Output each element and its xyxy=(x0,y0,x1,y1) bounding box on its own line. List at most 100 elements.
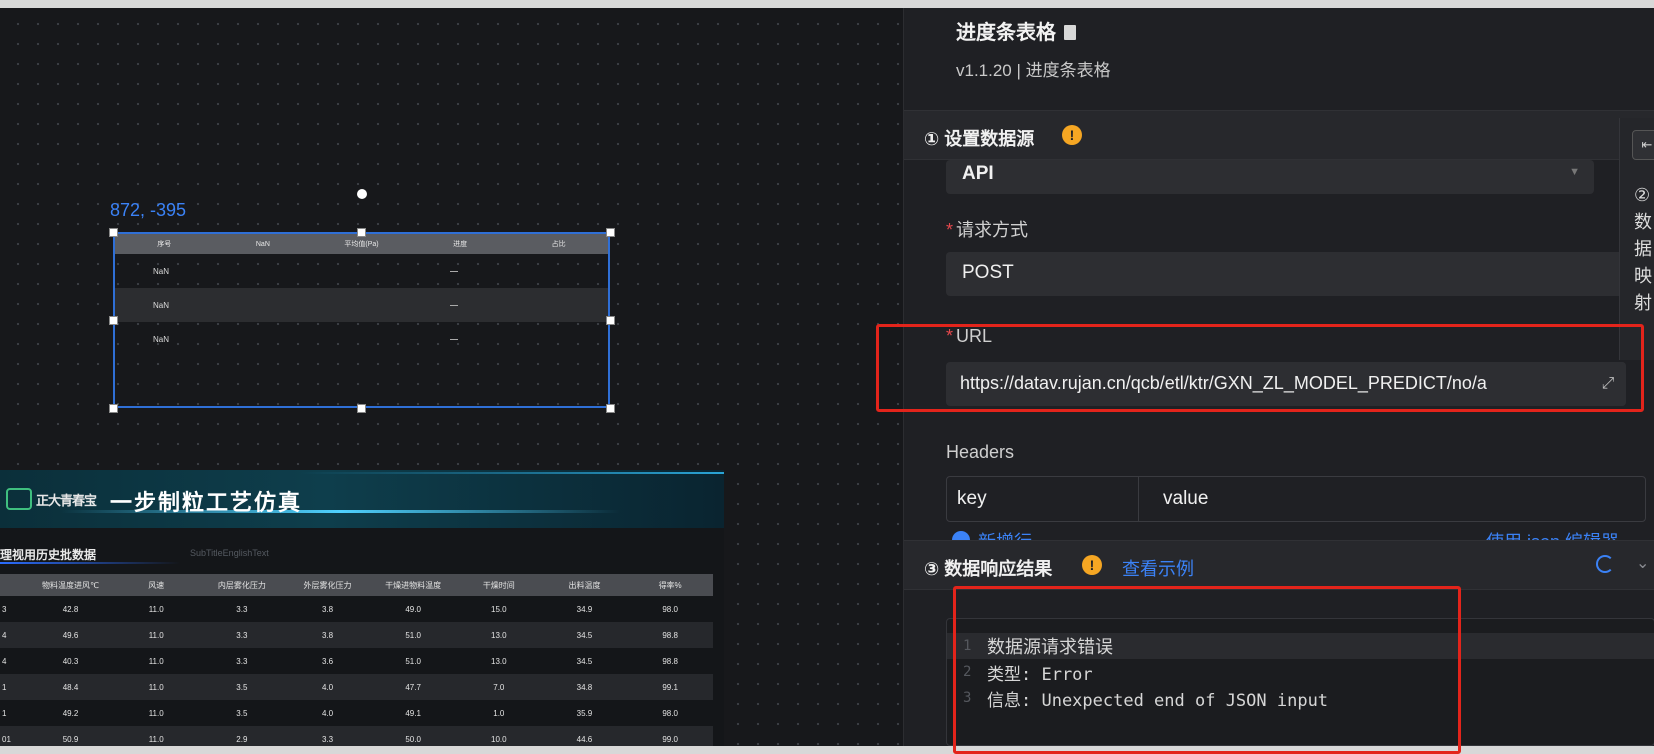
table-cell: 3.5 xyxy=(236,682,248,692)
table-row: 01 50.9 11.0 2.9 3.3 50.0 10.0 44.6 99.0 xyxy=(0,726,713,746)
resize-handle-s[interactable] xyxy=(357,404,366,413)
table-header: 物料温度进风℃ 风速 内层雾化压力 外层雾化压力 干燥进物料温度 干燥时间 出料… xyxy=(0,574,713,596)
table-row: 4 40.3 11.0 3.3 3.6 51.0 13.0 34.5 98.8 xyxy=(0,648,713,674)
editor-canvas[interactable]: 872, -395 序号 NaN 平均值(Pa) 进度 占比 NaN NaN N… xyxy=(0,8,903,746)
table-cell: 3.5 xyxy=(236,708,248,718)
table-cell: 11.0 xyxy=(148,604,164,614)
table-cell: 3.8 xyxy=(321,630,334,640)
headers-label: Headers xyxy=(946,442,1015,462)
dashboard-title: 一步制粒工艺仿真 xyxy=(110,490,303,515)
table-cell: 01 xyxy=(2,734,11,744)
dashboard-preview[interactable]: 正大青春宝 一步制粒工艺仿真 理视用历史批数据 SubTitleEnglishT… xyxy=(0,470,724,746)
table-body: 3 42.8 11.0 3.3 3.8 49.0 15.0 34.9 98.0 4 49.6 11.0… xyxy=(0,596,713,746)
header-cell: 干燥时间 xyxy=(482,580,515,590)
table-cell: 48.4 xyxy=(62,682,79,692)
collapse-panel-icon[interactable]: ⇤ xyxy=(1632,130,1654,160)
selection-box[interactable] xyxy=(113,232,610,408)
resize-handle-nw[interactable] xyxy=(109,228,118,237)
table-cell: 99.0 xyxy=(662,734,678,744)
method-value: POST xyxy=(962,262,1014,283)
table-cell: 49.6 xyxy=(62,630,79,640)
table-cell: 4 xyxy=(2,656,7,666)
section-response-label: ③ 数据响应结果 xyxy=(924,559,1053,579)
source-type-value: API xyxy=(962,163,994,184)
subtitle-underline xyxy=(0,562,180,564)
table-cell: 49.2 xyxy=(62,708,79,718)
headers-table: key value xyxy=(946,476,1646,522)
annotation-highlight-response xyxy=(953,586,1461,754)
company-logo-icon xyxy=(6,488,32,510)
section-datasource-label: ① 设置数据源 xyxy=(924,129,1035,149)
table-cell: 11.0 xyxy=(148,708,164,718)
chevron-down-icon[interactable]: ⌄ xyxy=(1636,553,1649,573)
table-cell: 11.0 xyxy=(148,682,164,692)
table-cell: 50.9 xyxy=(62,734,79,744)
dashboard-subtitle: 理视用历史批数据 xyxy=(0,548,97,562)
table-cell: 1 xyxy=(2,682,7,692)
header-cell: 风速 xyxy=(148,580,165,590)
header-value-input[interactable]: value xyxy=(1139,477,1645,521)
table-row: 3 42.8 11.0 3.3 3.8 49.0 15.0 34.9 98.0 xyxy=(0,596,713,622)
table-cell: 50.0 xyxy=(405,734,421,744)
table-cell: 1.0 xyxy=(493,708,505,718)
component-version: v1.1.20 | 进度条表格 xyxy=(956,61,1111,80)
table-cell: 51.0 xyxy=(405,630,421,640)
table-cell: 3 xyxy=(2,604,7,614)
method-select[interactable]: POST xyxy=(946,252,1626,296)
table-cell: 15.0 xyxy=(491,604,507,614)
table-cell: 98.8 xyxy=(662,656,678,666)
resize-handle-n[interactable] xyxy=(357,228,366,237)
table-cell: 3.6 xyxy=(321,656,334,666)
document-icon[interactable] xyxy=(1064,25,1076,40)
header-key-input[interactable]: key xyxy=(947,477,1139,521)
table-cell: 3.8 xyxy=(321,604,334,614)
resize-handle-w[interactable] xyxy=(109,316,118,325)
dashboard-banner: 正大青春宝 一步制粒工艺仿真 xyxy=(0,470,724,528)
resize-handle-ne[interactable] xyxy=(606,228,615,237)
table-cell: 34.5 xyxy=(576,630,593,640)
table-cell: 42.8 xyxy=(62,604,79,614)
table-row: 4 49.6 11.0 3.3 3.8 51.0 13.0 34.5 98.8 xyxy=(0,622,713,648)
component-title-text: 进度条表格 xyxy=(956,22,1056,44)
table-cell: 98.0 xyxy=(662,604,678,614)
add-row-label: 新增行 xyxy=(978,528,1032,540)
table-cell: 11.0 xyxy=(148,630,164,640)
refresh-icon[interactable] xyxy=(1596,555,1614,573)
table-cell: 99.1 xyxy=(662,682,678,692)
section-datasource-header[interactable]: ① 设置数据源 ! xyxy=(904,110,1654,160)
config-panel: 进度条表格 v1.1.20 | 进度条表格 ① 设置数据源 ! API ▼ * 请… xyxy=(876,8,1654,754)
table-row: 1 49.2 11.0 3.5 4.0 49.1 1.0 35.9 98.0 xyxy=(0,700,713,726)
rotate-handle[interactable] xyxy=(357,189,367,199)
table-cell: 4.0 xyxy=(321,682,334,692)
resize-handle-e[interactable] xyxy=(606,316,615,325)
header-cell: 干燥进物料温度 xyxy=(385,580,442,590)
table-cell: 3.3 xyxy=(321,734,334,744)
resize-handle-sw[interactable] xyxy=(109,404,118,413)
json-editor-link[interactable]: 使用 json 编辑器 xyxy=(1486,528,1654,540)
table-cell: 4.0 xyxy=(321,708,334,718)
banner-glow xyxy=(300,472,724,474)
method-label: * 请求方式 xyxy=(946,220,1029,240)
chevron-down-icon: ▼ xyxy=(1569,166,1580,178)
table-cell: 7.0 xyxy=(493,682,505,692)
header-value-placeholder: value xyxy=(1163,488,1209,509)
header-key-placeholder: key xyxy=(957,488,987,509)
section-response-header[interactable]: ③ 数据响应结果 ! 查看示例 ⌄ xyxy=(904,540,1654,590)
add-row-link[interactable]: 新增行 xyxy=(946,528,1066,540)
component-title: 进度条表格 xyxy=(956,16,1076,45)
warning-icon[interactable]: ! xyxy=(1082,555,1102,575)
resize-handle-se[interactable] xyxy=(606,404,615,413)
table-cell: 98.8 xyxy=(662,630,678,640)
table-cell: 49.1 xyxy=(405,708,421,718)
view-example-link[interactable]: 查看示例 xyxy=(1122,555,1194,581)
table-cell: 34.9 xyxy=(576,604,593,614)
warning-icon[interactable]: ! xyxy=(1062,125,1082,145)
table-cell: 51.0 xyxy=(405,656,421,666)
plus-circle-icon xyxy=(952,531,970,540)
source-type-select[interactable]: API ▼ xyxy=(946,160,1594,194)
table-cell: 3.3 xyxy=(236,656,248,666)
table-cell: 4 xyxy=(2,630,7,640)
table-cell: 3.3 xyxy=(236,604,248,614)
table-cell: 13.0 xyxy=(491,656,507,666)
table-cell: 34.8 xyxy=(576,682,593,692)
